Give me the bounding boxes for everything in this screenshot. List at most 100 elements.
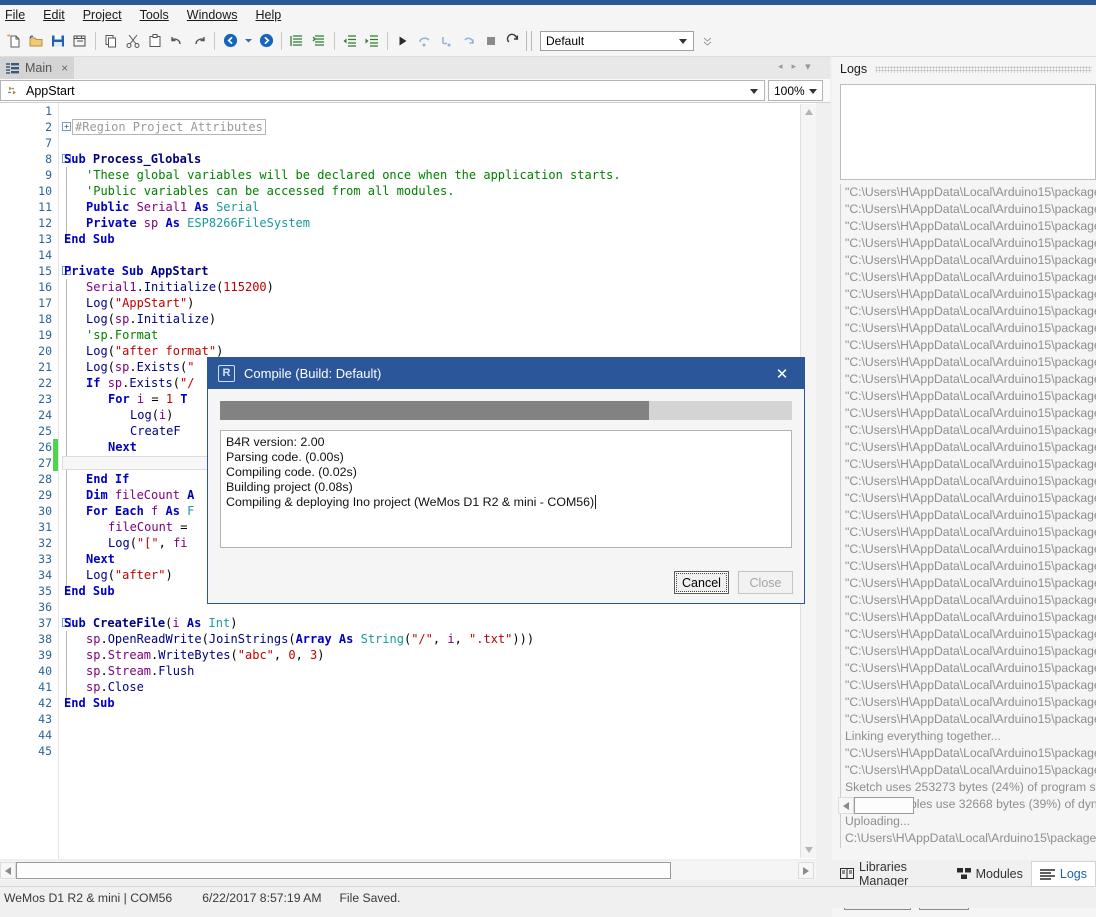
cancel-button[interactable]: Cancel bbox=[674, 571, 729, 594]
code-line[interactable]: 40sp.Stream.Flush bbox=[0, 663, 816, 679]
main-toolbar: Default bbox=[0, 25, 1096, 57]
scroll-down-icon[interactable] bbox=[801, 842, 817, 858]
fold-expand-icon[interactable]: + bbox=[62, 122, 71, 131]
log-line: "C:\Users\H\AppData\Local\Arduino15\pack… bbox=[841, 762, 1096, 779]
scroll-left-icon[interactable] bbox=[0, 862, 16, 879]
copy-icon[interactable] bbox=[100, 29, 122, 53]
code-line[interactable]: 42End Sub bbox=[0, 695, 816, 711]
code-line[interactable]: 45 bbox=[0, 743, 816, 759]
code-line[interactable]: 43 bbox=[0, 711, 816, 727]
outdent-icon[interactable] bbox=[339, 29, 361, 53]
menu-item-windows[interactable]: Windows bbox=[178, 6, 247, 24]
code-line[interactable]: 11Public Serial1 As Serial bbox=[0, 199, 816, 215]
log-command-input[interactable] bbox=[840, 84, 1096, 180]
code-line[interactable]: 39sp.Stream.WriteBytes("abc", 0, 3) bbox=[0, 647, 816, 663]
logs-scroll-left-icon[interactable] bbox=[838, 797, 854, 814]
comment-icon[interactable] bbox=[286, 29, 308, 53]
fold-guide-line bbox=[66, 359, 67, 375]
compile-log-line: Building project (0.08s) bbox=[226, 480, 786, 495]
log-line: "C:\Users\H\AppData\Local\Arduino15\pack… bbox=[841, 405, 1096, 422]
indent-icon[interactable] bbox=[361, 29, 383, 53]
editor-horizontal-scrollbar[interactable] bbox=[0, 861, 816, 880]
menu-item-project[interactable]: Project bbox=[74, 6, 131, 24]
code-line[interactable]: 37-Sub CreateFile(i As Int) bbox=[0, 615, 816, 631]
log-line: Sketch uses 253273 bytes (24%) of progra… bbox=[841, 779, 1096, 796]
uncomment-icon[interactable] bbox=[308, 29, 330, 53]
scroll-right-icon[interactable] bbox=[798, 862, 814, 879]
tab-main[interactable]: Main × bbox=[0, 57, 74, 79]
compile-dialog[interactable]: R Compile (Build: Default) ✕ B4R version… bbox=[207, 357, 805, 604]
code-line[interactable]: 38sp.OpenReadWrite(JoinStrings(Array As … bbox=[0, 631, 816, 647]
menu-item-tools[interactable]: Tools bbox=[131, 6, 178, 24]
nav-menu-icon[interactable]: ▾ bbox=[805, 60, 811, 73]
run-icon[interactable] bbox=[392, 29, 414, 53]
tab-libraries-manager-label: Libraries Manager bbox=[859, 860, 941, 888]
save-icon[interactable] bbox=[47, 29, 69, 53]
build-configuration-select[interactable]: Default bbox=[540, 31, 694, 51]
hscroll-thumb[interactable] bbox=[16, 862, 671, 879]
close-icon[interactable]: × bbox=[61, 61, 68, 75]
fold-guide-line bbox=[66, 519, 67, 535]
code-line[interactable]: 17Log("AppStart") bbox=[0, 295, 816, 311]
log-line: "C:\Users\H\AppData\Local\Arduino15\pack… bbox=[841, 575, 1096, 592]
code-line[interactable]: 18Log(sp.Initialize) bbox=[0, 311, 816, 327]
line-number: 37 bbox=[0, 615, 52, 631]
code-line[interactable]: 15-Private Sub AppStart bbox=[0, 263, 816, 279]
line-number: 15 bbox=[0, 263, 52, 279]
close-icon[interactable]: ✕ bbox=[760, 358, 804, 389]
compile-log-line: Compiling code. (0.02s) bbox=[226, 465, 786, 480]
code-line[interactable]: 44 bbox=[0, 727, 816, 743]
open-folder-icon[interactable] bbox=[25, 29, 47, 53]
code-line[interactable]: 2+#Region Project Attributes bbox=[0, 119, 816, 135]
code-line[interactable]: 13End Sub bbox=[0, 231, 816, 247]
log-line: "C:\Users\H\AppData\Local\Arduino15\pack… bbox=[841, 286, 1096, 303]
step-over-icon[interactable] bbox=[414, 29, 436, 53]
code-line[interactable]: 16Serial1.Initialize(115200) bbox=[0, 279, 816, 295]
back-dropdown-icon[interactable] bbox=[241, 29, 255, 53]
new-file-icon[interactable] bbox=[3, 29, 25, 53]
fold-guide-line bbox=[66, 391, 67, 407]
zoom-value: 100% bbox=[774, 84, 805, 98]
nav-forward-icon[interactable]: ▸ bbox=[792, 61, 797, 72]
log-output-list[interactable]: "C:\Users\H\AppData\Local\Arduino15\pack… bbox=[840, 184, 1096, 848]
code-text: End Sub bbox=[64, 583, 115, 599]
cut-icon[interactable] bbox=[122, 29, 144, 53]
tab-libraries-manager[interactable]: Libraries Manager bbox=[832, 861, 949, 886]
zoom-select[interactable]: 100% bbox=[768, 80, 823, 101]
code-line[interactable]: 12Private sp As ESP8266FileSystem bbox=[0, 215, 816, 231]
tab-modules[interactable]: Modules bbox=[949, 861, 1031, 886]
line-number: 9 bbox=[0, 167, 52, 183]
scroll-up-icon[interactable] bbox=[801, 104, 817, 120]
menu-item-file[interactable]: File bbox=[0, 6, 34, 24]
undo-icon[interactable] bbox=[166, 29, 188, 53]
back-icon[interactable] bbox=[219, 29, 241, 53]
refresh-icon[interactable] bbox=[502, 29, 524, 53]
code-line[interactable]: 8-Sub Process_Globals bbox=[0, 151, 816, 167]
code-line[interactable]: 41sp.Close bbox=[0, 679, 816, 695]
forward-icon[interactable] bbox=[255, 29, 277, 53]
code-line[interactable]: 7 bbox=[0, 135, 816, 151]
redo-icon[interactable] bbox=[188, 29, 210, 53]
code-line[interactable]: 10'Public variables can be accessed from… bbox=[0, 183, 816, 199]
step-into-icon[interactable] bbox=[436, 29, 458, 53]
menu-item-help[interactable]: Help bbox=[247, 6, 291, 24]
fold-guide-line bbox=[66, 199, 67, 215]
stop-icon[interactable] bbox=[480, 29, 502, 53]
logs-horizontal-scrollbar[interactable] bbox=[838, 796, 1096, 815]
line-number: 45 bbox=[0, 743, 52, 759]
step-out-icon[interactable] bbox=[458, 29, 480, 53]
code-line[interactable]: 9'These global variables will be declare… bbox=[0, 167, 816, 183]
toolbar-overflow-button[interactable] bbox=[703, 34, 712, 48]
panel-drag-grip[interactable] bbox=[875, 66, 1092, 73]
menu-item-edit[interactable]: Edit bbox=[34, 6, 74, 24]
paste-icon[interactable] bbox=[144, 29, 166, 53]
logs-hscroll-thumb[interactable] bbox=[854, 797, 914, 814]
save-all-icon[interactable] bbox=[69, 29, 91, 53]
code-line[interactable]: 14 bbox=[0, 247, 816, 263]
tab-logs[interactable]: Logs bbox=[1031, 861, 1096, 886]
nav-back-icon[interactable]: ◂ bbox=[778, 61, 783, 72]
code-line[interactable]: 19'sp.Format bbox=[0, 327, 816, 343]
sub-selector[interactable]: AppStart bbox=[0, 80, 765, 101]
code-line[interactable]: 1 bbox=[0, 103, 816, 119]
compile-output-log[interactable]: B4R version: 2.00Parsing code. (0.00s)Co… bbox=[220, 430, 792, 548]
